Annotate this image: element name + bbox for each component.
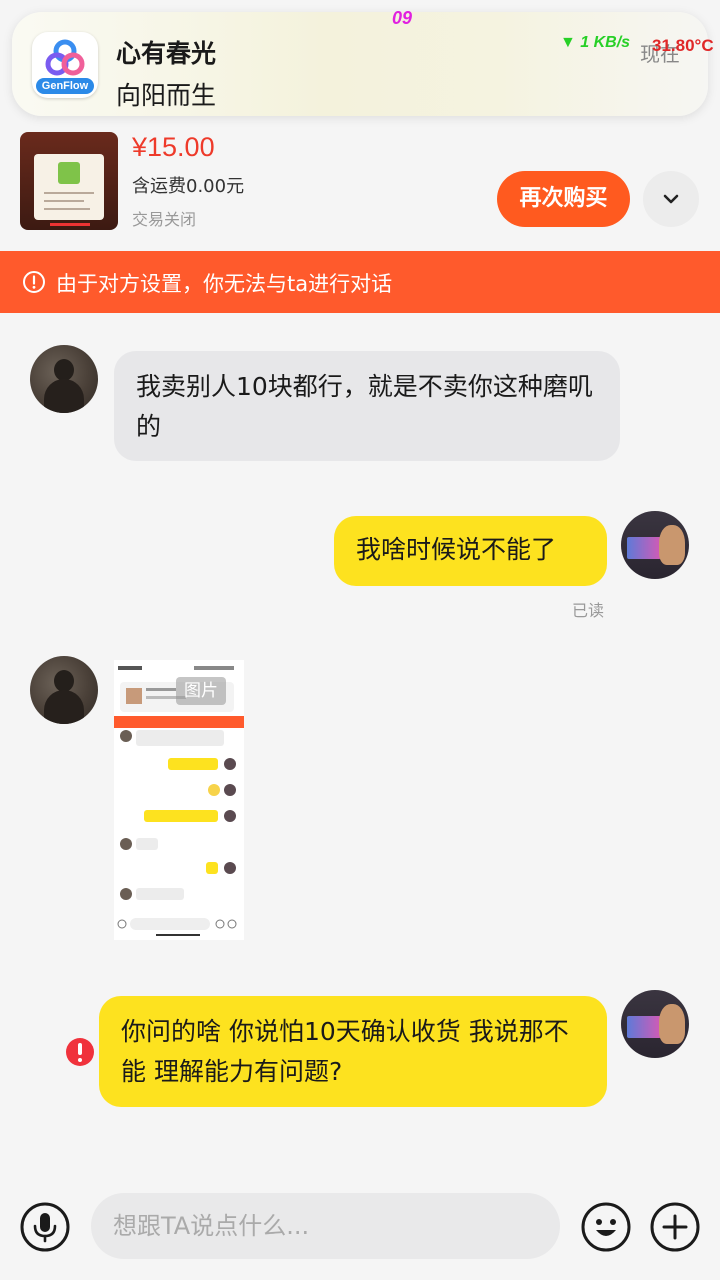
notification-banner[interactable]: GenFlow 心有春光 向阳而生 现在	[12, 12, 708, 116]
thumb-card	[34, 154, 104, 220]
message-bubble-sent[interactable]: 你问的啥 你说怕10天确认收货 我说那不能 理解能力有问题?	[99, 996, 607, 1107]
thumb-bar	[50, 223, 90, 226]
plus-icon	[650, 1202, 700, 1252]
chevron-down-icon	[663, 194, 679, 204]
product-thumbnail[interactable]	[20, 132, 118, 230]
emoji-button[interactable]	[581, 1202, 631, 1252]
message-bubble-received[interactable]: 我卖别人10块都行，就是不卖你这种磨叽的	[114, 351, 620, 461]
thumb-line	[44, 208, 90, 210]
thumb-line	[44, 200, 84, 202]
product-price: ¥15.00	[132, 132, 215, 162]
thumb-logo	[58, 162, 80, 184]
overlay-net-speed: ▼ 1 KB/s	[560, 34, 631, 51]
genflow-logo-icon	[45, 39, 85, 76]
mic-icon	[20, 1202, 70, 1252]
alert-circle-icon	[23, 271, 45, 293]
overlay-clock: 09	[392, 8, 413, 28]
message-bubble-sent[interactable]: 我啥时候说不能了	[334, 516, 607, 586]
expand-button[interactable]	[643, 171, 699, 227]
app-icon-label: GenFlow	[36, 78, 94, 94]
emoji-icon	[581, 1202, 631, 1252]
product-shipping: 含运费0.00元	[132, 176, 245, 197]
plus-button[interactable]	[650, 1202, 700, 1252]
product-status: 交易关闭	[132, 210, 197, 229]
read-receipt: 已读	[572, 601, 605, 620]
notification-body: 向阳而生	[116, 81, 217, 110]
error-icon[interactable]	[66, 1038, 94, 1066]
mic-button[interactable]	[20, 1202, 70, 1252]
genflow-app-icon: GenFlow	[32, 32, 98, 98]
warning-text: 由于对方设置，你无法与ta进行对话	[56, 272, 393, 296]
other-avatar[interactable]	[30, 656, 98, 724]
my-avatar[interactable]	[621, 990, 689, 1058]
other-avatar[interactable]	[30, 345, 98, 413]
message-input[interactable]: 想跟TA说点什么...	[91, 1193, 560, 1259]
notification-title: 心有春光	[116, 39, 217, 68]
image-tag: 图片	[176, 677, 226, 705]
rebuy-button[interactable]: 再次购买	[497, 171, 630, 227]
my-avatar[interactable]	[621, 511, 689, 579]
warning-bar: 由于对方设置，你无法与ta进行对话	[0, 251, 720, 313]
thumb-line	[44, 192, 94, 194]
overlay-temperature: 31.80°C	[652, 36, 714, 55]
